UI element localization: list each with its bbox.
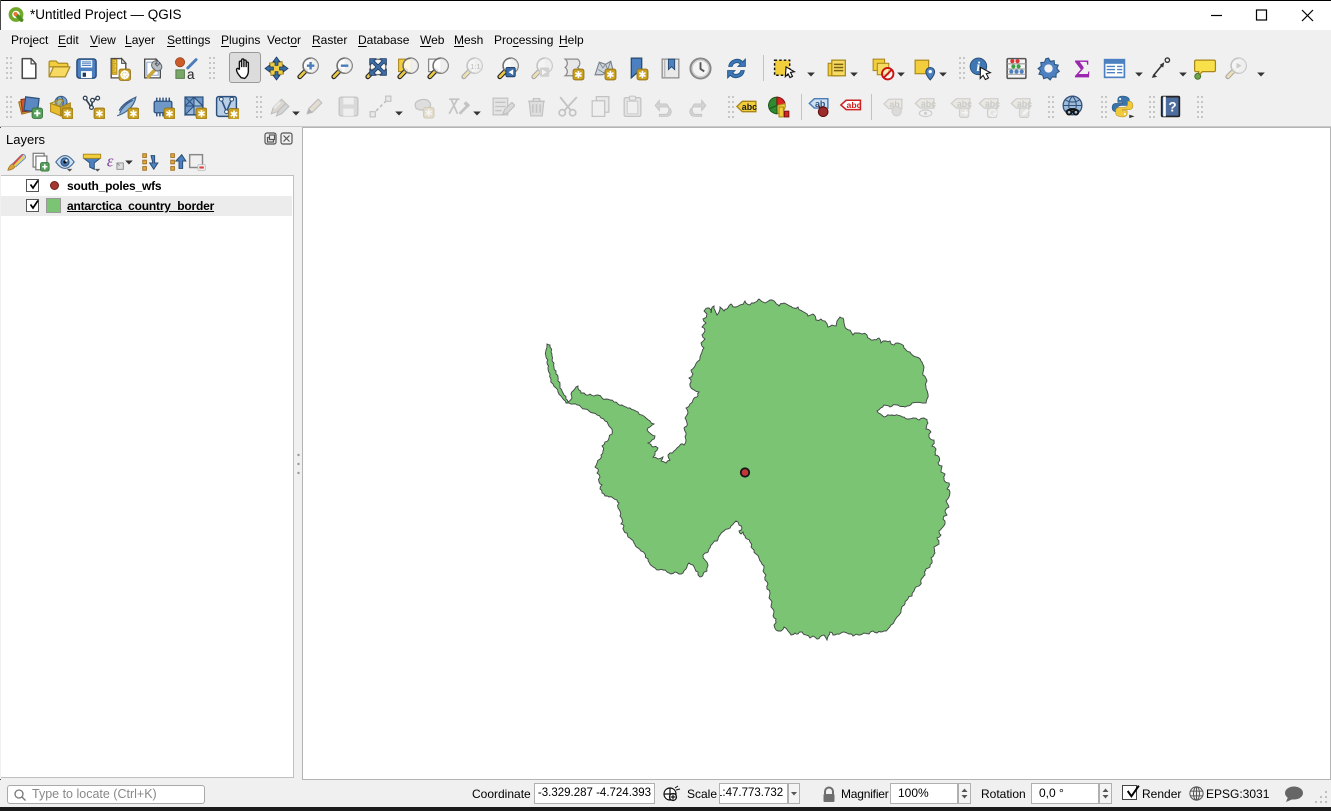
svg-text:abc: abc — [847, 100, 862, 110]
svg-text:abc: abc — [921, 99, 936, 109]
svg-text:ε: ε — [107, 152, 114, 171]
svg-text:a: a — [187, 67, 195, 81]
svg-text:Σ: Σ — [1074, 56, 1090, 81]
svg-text:abc: abc — [742, 102, 757, 112]
svg-text:i: i — [976, 59, 980, 74]
svg-text:abc: abc — [1017, 99, 1032, 109]
svg-text:abc: abc — [957, 99, 972, 109]
svg-text:1:1: 1:1 — [470, 62, 480, 71]
svg-text:abc: abc — [985, 99, 1000, 109]
svg-text:?: ? — [1168, 100, 1176, 115]
